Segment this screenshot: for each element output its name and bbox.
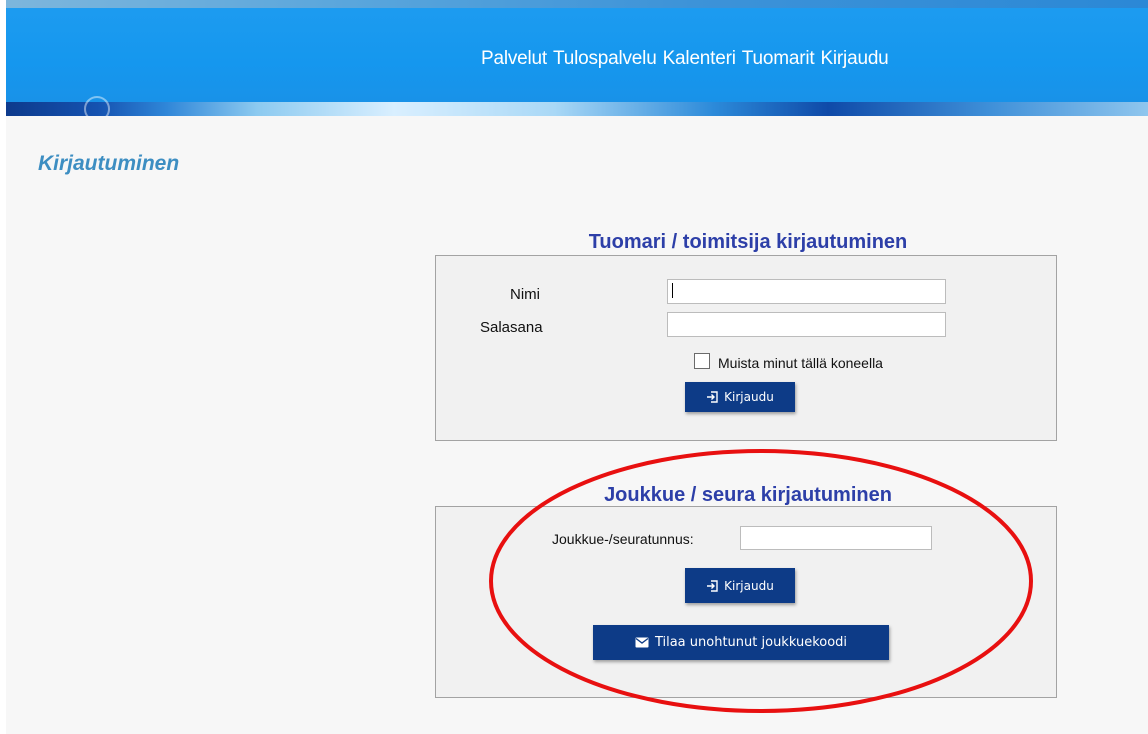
nav-tuomarit[interactable]: Tuomarit (742, 48, 815, 70)
header-logo-mark (84, 96, 110, 116)
nav-kirjaudu[interactable]: Kirjaudu (820, 48, 888, 70)
password-label: Salasana (480, 319, 543, 336)
team-code-input[interactable] (740, 526, 932, 550)
team-login-box: Joukkue-/seuratunnus: Kirjaudu Tilaa uno… (435, 506, 1057, 698)
main-content: Kirjautuminen Tuomari / toimitsija kirja… (6, 116, 1148, 734)
team-code-label: Joukkue-/seuratunnus: (552, 531, 694, 547)
team-login-button-label: Kirjaudu (724, 578, 774, 593)
forgot-team-code-button[interactable]: Tilaa unohtunut joukkuekoodi (593, 625, 889, 660)
page-title: Kirjautuminen (38, 152, 180, 175)
header-bottom-strip (6, 102, 1148, 116)
team-login-button[interactable]: Kirjaudu (685, 568, 795, 603)
nav-tulospalvelu[interactable]: Tulospalvelu (553, 48, 657, 70)
team-login-title: Joukkue / seura kirjautuminen (604, 484, 892, 506)
name-label: Nimi (510, 286, 540, 303)
page: Palvelut Tulospalvelu Kalenteri Tuomarit… (0, 0, 1148, 734)
header-top-strip (6, 0, 1148, 8)
login-arrow-icon (706, 579, 718, 592)
site-header: Palvelut Tulospalvelu Kalenteri Tuomarit… (6, 0, 1148, 116)
text-caret (672, 283, 673, 298)
password-input[interactable] (667, 312, 946, 337)
name-input-wrapper (667, 279, 946, 304)
nav-palvelut[interactable]: Palvelut (481, 48, 547, 70)
login-arrow-icon (706, 391, 718, 403)
nav-kalenteri[interactable]: Kalenteri (663, 48, 736, 70)
name-input[interactable] (667, 279, 946, 304)
referee-login-button-label: Kirjaudu (724, 390, 774, 404)
remember-me-label: Muista minut tällä koneella (718, 355, 883, 371)
remember-me-checkbox[interactable] (694, 353, 710, 369)
envelope-icon (635, 637, 649, 648)
referee-login-title: Tuomari / toimitsija kirjautuminen (588, 231, 908, 253)
referee-login-box: Nimi Salasana Muista minut tällä koneell… (435, 255, 1057, 441)
forgot-team-code-label: Tilaa unohtunut joukkuekoodi (654, 635, 848, 650)
referee-login-button[interactable]: Kirjaudu (685, 382, 795, 412)
main-nav: Palvelut Tulospalvelu Kalenteri Tuomarit… (481, 48, 889, 70)
